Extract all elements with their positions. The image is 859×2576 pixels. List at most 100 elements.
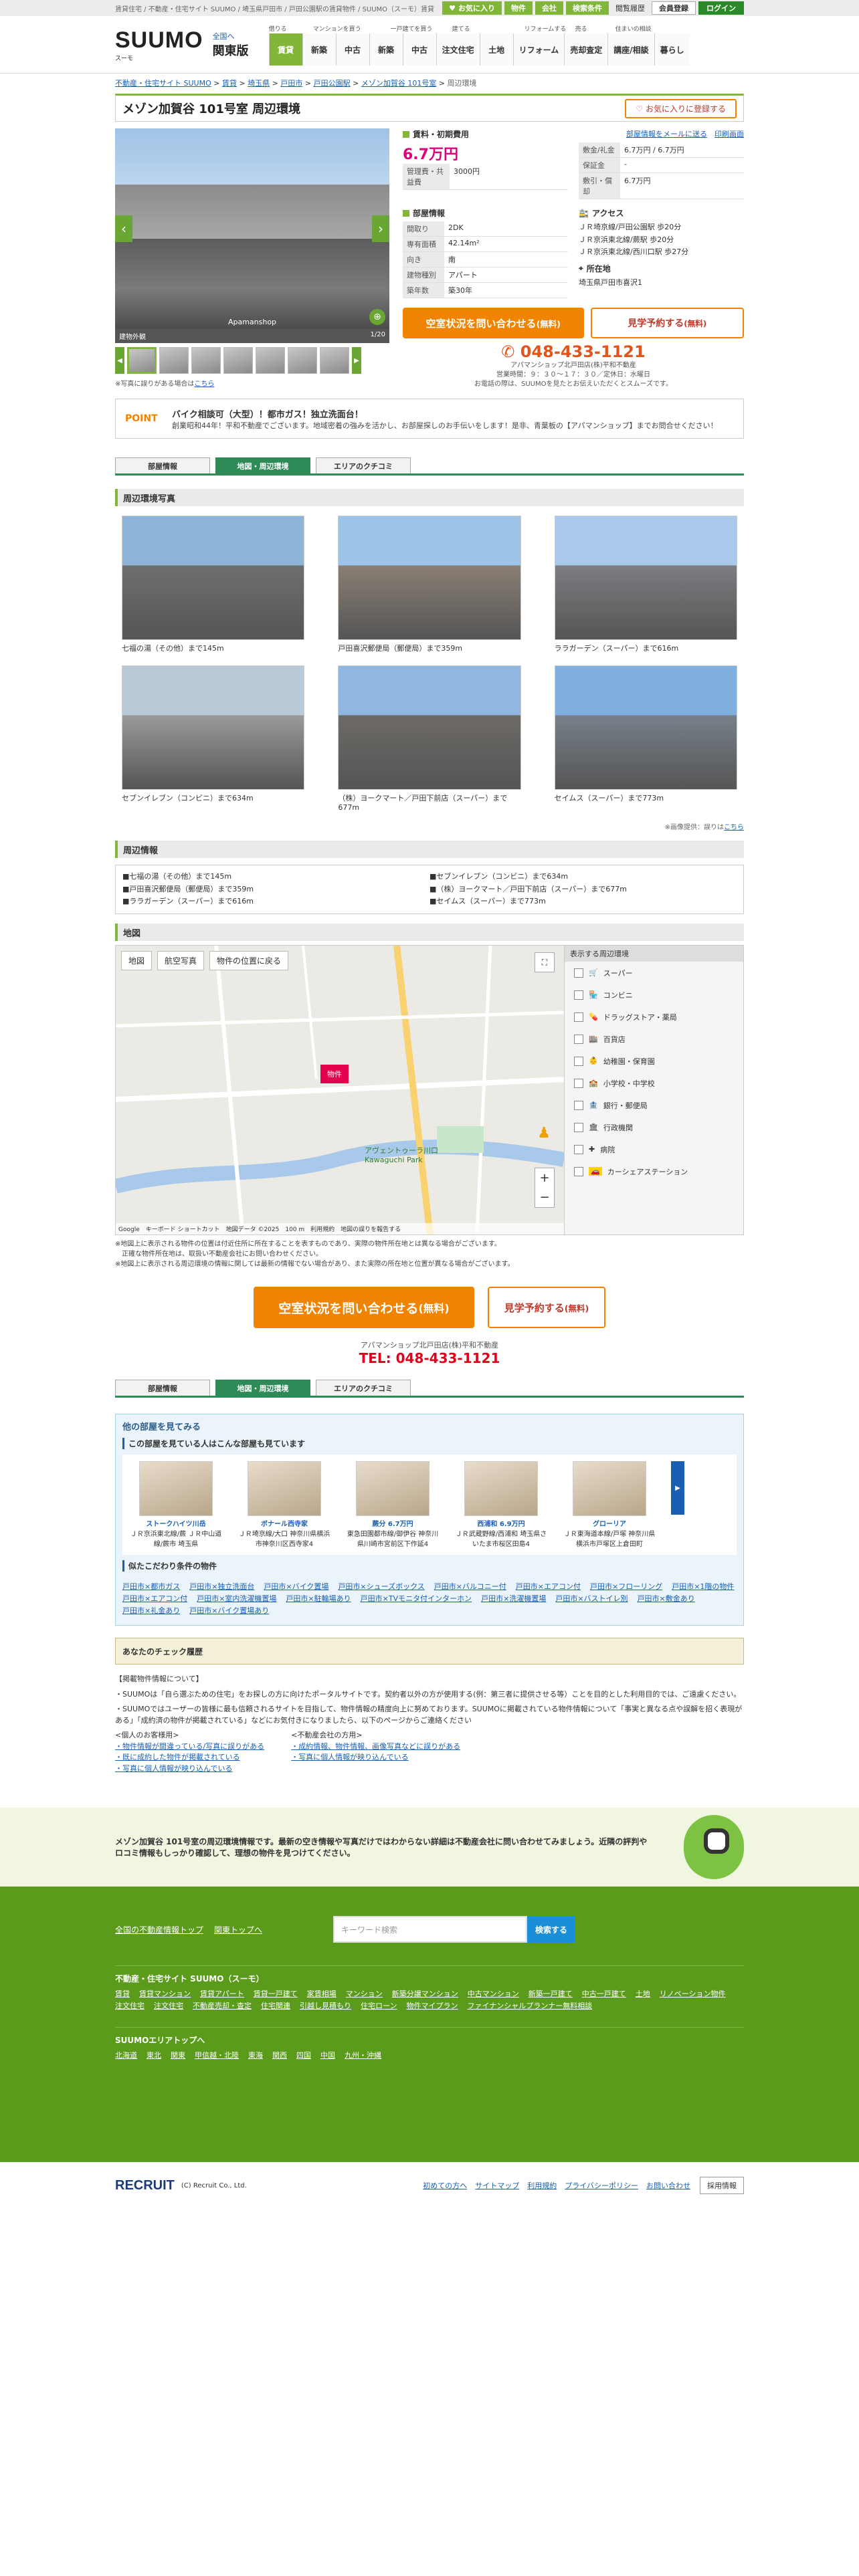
nav-reform[interactable]: リフォーム: [512, 33, 565, 66]
checkbox[interactable]: [574, 1012, 583, 1022]
footer-area-link[interactable]: 東北: [147, 2050, 161, 2060]
condition-tag-link[interactable]: 戸田市×フローリング: [590, 1581, 662, 1592]
login-button[interactable]: ログイン: [698, 1, 744, 15]
nav-life[interactable]: 暮らし: [654, 33, 690, 66]
fullscreen-icon[interactable]: ⛶: [535, 952, 555, 973]
bottom-link[interactable]: 初めての方へ: [423, 2180, 467, 2191]
nav-house-used[interactable]: 中古: [402, 33, 436, 66]
saved-properties-link[interactable]: 物件: [504, 1, 533, 15]
saved-companies-link[interactable]: 会社: [535, 1, 563, 15]
legend-bank[interactable]: 🏦 銀行・郵便局: [565, 1094, 743, 1116]
thumb-next-button[interactable]: ▶: [352, 347, 361, 374]
zoom-out-icon[interactable]: −: [539, 1190, 549, 1204]
zoom-in-icon[interactable]: +: [539, 1171, 549, 1185]
legend-supermarket[interactable]: 🛒 スーパー: [565, 962, 743, 984]
satellite-view-button[interactable]: 航空写真: [157, 951, 205, 971]
checkbox[interactable]: [574, 1056, 583, 1066]
breadcrumb-city[interactable]: 戸田市: [280, 79, 302, 88]
footer-area-link[interactable]: 関東: [171, 2050, 185, 2060]
nav-mansion-used[interactable]: 中古: [335, 33, 369, 66]
footer-link[interactable]: 注文住宅: [115, 2000, 145, 2011]
condition-tag-link[interactable]: 戸田市×シューズボックス: [338, 1581, 424, 1592]
footer-link[interactable]: 注文住宅: [154, 2000, 183, 2011]
footer-link[interactable]: ファイナンシャルプランナー無料相談: [467, 2000, 592, 2011]
surrounding-photo[interactable]: 戸田喜沢郵便局（郵便局）まで359m: [338, 516, 521, 653]
thumbnail[interactable]: [320, 347, 349, 374]
tab-room-info[interactable]: 部屋情報: [115, 457, 210, 473]
checkbox[interactable]: [574, 968, 583, 978]
register-button[interactable]: 会員登録: [652, 1, 696, 15]
footer-area-link[interactable]: 四国: [296, 2050, 311, 2060]
condition-tag-link[interactable]: 戸田市×バストイレ別: [555, 1593, 628, 1604]
condition-tag-link[interactable]: 戸田市×独立洗面台: [189, 1581, 254, 1592]
legend-government[interactable]: 🏛 行政機関: [565, 1116, 743, 1138]
condition-tag-link[interactable]: 戸田市×バルコニー付: [434, 1581, 506, 1592]
nav-consult[interactable]: 講座/相談: [607, 33, 654, 66]
footer-link[interactable]: マンション: [346, 1988, 383, 1999]
map-view-button[interactable]: 地図: [121, 951, 153, 971]
checkbox[interactable]: [574, 1166, 583, 1176]
nav-chintai[interactable]: 賃貸: [268, 33, 302, 66]
recenter-button[interactable]: 物件の位置に戻る: [209, 951, 289, 971]
legend-department[interactable]: 🏬 百貨店: [565, 1028, 743, 1050]
careers-button[interactable]: 採用情報: [700, 2177, 744, 2195]
footer-link[interactable]: 不動産売却・査定: [193, 2000, 252, 2011]
checkbox[interactable]: [574, 1034, 583, 1044]
nav-house-new[interactable]: 新築: [369, 33, 403, 66]
footer-link[interactable]: 引越し見積もり: [300, 2000, 351, 2011]
condition-tag-link[interactable]: 戸田市×敷金あり: [638, 1593, 695, 1604]
footer-area-link[interactable]: 甲信越・北陸: [195, 2050, 239, 2060]
tab-area-reviews[interactable]: エリアのクチコミ: [316, 457, 411, 473]
condition-tag-link[interactable]: 戸田市×洗濯機置場: [481, 1593, 546, 1604]
recruit-logo[interactable]: RECRUIT: [115, 2178, 175, 2193]
zoom-icon[interactable]: ⊕: [369, 309, 385, 325]
nav-custom-home[interactable]: 注文住宅: [436, 33, 480, 66]
footer-link[interactable]: 中古マンション: [468, 1988, 519, 1999]
phone-number[interactable]: ✆ 048-433-1121: [403, 342, 744, 361]
thumb-prev-button[interactable]: ◀: [115, 347, 124, 374]
footer-area-link[interactable]: 北海道: [115, 2050, 137, 2060]
thumbnail[interactable]: [127, 347, 157, 374]
footer-link[interactable]: 家賃相場: [307, 1988, 337, 1999]
next-photo-button[interactable]: ›: [372, 215, 389, 242]
footer-area-link[interactable]: 関西: [272, 2050, 287, 2060]
thumbnail[interactable]: [288, 347, 317, 374]
region-selector[interactable]: 全国へ 関東版: [213, 31, 249, 59]
footer-search-button[interactable]: 検索する: [527, 1916, 576, 1943]
footer-link[interactable]: 賃貸アパート: [200, 1988, 244, 1999]
breadcrumb-top[interactable]: 不動産・住宅サイト SUUMO: [115, 79, 211, 88]
surrounding-photo[interactable]: （株）ヨークマート／戸田下前店（スーパー）まで677m: [338, 665, 521, 812]
room-card[interactable]: 蕨分 6.7万円 東急田園都市線/御伊谷 神奈川県川崎市宮前区下作延4: [346, 1461, 440, 1548]
visit-reservation-button[interactable]: 見学予約する (無料): [590, 308, 744, 338]
thumbnail[interactable]: [223, 347, 253, 374]
legend-hospital[interactable]: ✚ 病院: [565, 1138, 743, 1160]
breadcrumb-chintai[interactable]: 賃貸: [222, 79, 237, 88]
legend-convenience[interactable]: 🏪 コンビニ: [565, 984, 743, 1006]
condition-tag-link[interactable]: 戸田市×バイク置場あり: [189, 1605, 269, 1616]
condition-tag-link[interactable]: 戸田市×エアコン付: [122, 1593, 187, 1604]
footer-link[interactable]: 住宅ローン: [361, 2000, 397, 2011]
surrounding-photo[interactable]: セブンイレブン（コンビニ）まで634m: [122, 665, 305, 812]
tab-map-surroundings[interactable]: 地図・周辺環境: [215, 1380, 310, 1396]
footer-link[interactable]: 新築一戸建て: [529, 1988, 573, 1999]
suumo-logo[interactable]: SUUMO スーモ: [115, 27, 203, 62]
checkbox[interactable]: [574, 1100, 583, 1110]
footer-area-link[interactable]: 中国: [320, 2050, 335, 2060]
nav-mansion-new[interactable]: 新築: [302, 33, 336, 66]
footer-link[interactable]: 賃貸一戸建て: [254, 1988, 298, 1999]
bottom-link[interactable]: サイトマップ: [475, 2180, 519, 2191]
streetview-icon[interactable]: ♟: [537, 1125, 551, 1142]
footer-link[interactable]: 賃貸: [115, 1988, 130, 1999]
tab-room-info[interactable]: 部屋情報: [115, 1380, 210, 1396]
checkbox[interactable]: [574, 1144, 583, 1154]
condition-tag-link[interactable]: 戸田市×1階の物件: [672, 1581, 734, 1592]
breadcrumb-property[interactable]: メゾン加賀谷 101号室: [361, 79, 437, 88]
inquire-vacancy-button-bottom[interactable]: 空室状況を問い合わせる (無料): [254, 1287, 474, 1329]
footer-kanto-top-link[interactable]: 関東トップへ: [214, 1924, 262, 1935]
footer-link[interactable]: リノベーション物件: [660, 1988, 726, 1999]
condition-tag-link[interactable]: 戸田市×室内洗濯機置場: [197, 1593, 276, 1604]
footer-link[interactable]: 新築分譲マンション: [392, 1988, 458, 1999]
room-card[interactable]: グローリア ＪＲ東海道本線/戸塚 神奈川県横浜市戸塚区上倉田町: [563, 1461, 656, 1548]
footer-link[interactable]: 物件マイプラン: [406, 2000, 458, 2011]
condition-tag-link[interactable]: 戸田市×都市ガス: [122, 1581, 180, 1592]
